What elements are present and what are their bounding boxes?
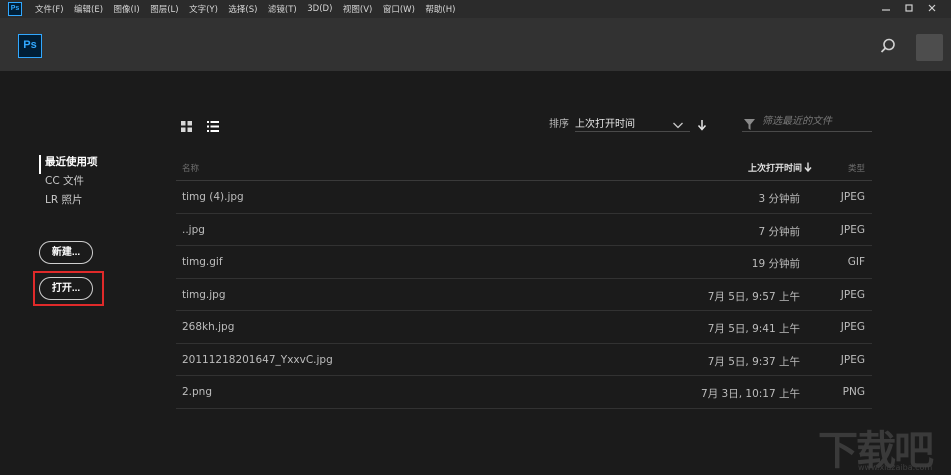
file-type: JPEG	[840, 288, 865, 301]
sidebar-nav: 最近使用项 CC 文件 LR 照片	[39, 155, 98, 212]
filter-icon	[744, 115, 755, 130]
file-name: timg (4).jpg	[182, 191, 244, 203]
filter-input[interactable]	[762, 112, 870, 130]
menu-select[interactable]: 选择(S)	[228, 3, 257, 15]
file-date: 19 分钟前	[751, 258, 800, 270]
menu-help[interactable]: 帮助(H)	[425, 3, 455, 15]
file-name: timg.jpg	[182, 288, 226, 301]
restore-icon[interactable]	[899, 0, 919, 18]
menu-layer[interactable]: 图层(L)	[150, 3, 178, 15]
photoshop-logo: Ps	[18, 34, 42, 58]
menu-image[interactable]: 图像(I)	[114, 3, 140, 15]
table-header: 名称 上次打开时间 类型	[176, 152, 872, 181]
file-date: 7月 5日, 9:37 上午	[707, 355, 800, 368]
minimize-icon[interactable]	[876, 0, 896, 18]
file-type: JPEG	[840, 191, 865, 203]
sort-label: 排序	[549, 119, 569, 130]
table-row[interactable]: 268kh.jpg 7月 5日, 9:41 上午 JPEG	[176, 311, 872, 344]
sort-arrow-icon	[804, 162, 812, 173]
avatar[interactable]	[916, 34, 943, 61]
file-type: JPEG	[840, 353, 865, 366]
sidebar-item-cc-files[interactable]: CC 文件	[39, 174, 98, 193]
table-row[interactable]: 2.png 7月 3日, 10:17 上午 PNG	[176, 376, 872, 409]
menu-edit[interactable]: 编辑(E)	[74, 3, 103, 15]
menu-3d[interactable]: 3D(D)	[307, 4, 332, 14]
menu-filter[interactable]: 滤镜(T)	[268, 3, 297, 15]
sort-value: 上次打开时间	[575, 119, 635, 130]
column-header-name[interactable]: 名称	[182, 162, 199, 174]
file-date: 7月 3日, 10:17 上午	[701, 388, 800, 400]
sidebar-item-lr-photos[interactable]: LR 照片	[39, 193, 98, 212]
table-row[interactable]: timg.jpg 7月 5日, 9:57 上午 JPEG	[176, 279, 872, 311]
menu-window[interactable]: 窗口(W)	[383, 3, 415, 15]
file-name: timg.gif	[182, 256, 223, 268]
column-header-date-label: 上次打开时间	[747, 164, 802, 174]
photoshop-app-icon[interactable]: Ps	[8, 2, 22, 16]
menu-file[interactable]: 文件(F)	[35, 3, 64, 15]
file-name: 268kh.jpg	[182, 321, 235, 333]
watermark-url: www.xiazaiba.com	[858, 463, 933, 472]
menu-bar: Ps 文件(F) 编辑(E) 图像(I) 图层(L) 文字(Y) 选择(S) 滤…	[0, 0, 951, 18]
watermark-logo: 下载吧 www.xiazaiba.com	[818, 418, 948, 474]
menu-items: 文件(F) 编辑(E) 图像(I) 图层(L) 文字(Y) 选择(S) 滤镜(T…	[35, 0, 466, 18]
grid-view-icon[interactable]	[181, 117, 192, 132]
file-name: ..jpg	[182, 223, 205, 236]
table-row[interactable]: timg.gif 19 分钟前 GIF	[176, 246, 872, 279]
file-type: JPEG	[840, 321, 865, 333]
file-date: 7 分钟前	[758, 225, 800, 238]
file-name: 2.png	[182, 386, 213, 398]
column-header-date[interactable]: 上次打开时间	[748, 161, 812, 174]
file-date: 3 分钟前	[758, 193, 800, 205]
sidebar-item-recent[interactable]: 最近使用项	[39, 155, 98, 174]
file-date: 7月 5日, 9:41 上午	[707, 323, 800, 335]
list-view-icon[interactable]	[207, 117, 219, 132]
sort-dropdown[interactable]: 上次打开时间	[575, 112, 690, 132]
file-type: GIF	[847, 256, 865, 268]
recent-files-table: 名称 上次打开时间 类型 timg (4).jpg 3 分钟前 JPEG ..j…	[176, 152, 872, 409]
file-type: JPEG	[840, 223, 865, 236]
menu-type[interactable]: 文字(Y)	[189, 3, 218, 15]
column-header-type[interactable]: 类型	[848, 162, 865, 174]
table-row[interactable]: timg (4).jpg 3 分钟前 JPEG	[176, 181, 872, 214]
file-date: 7月 5日, 9:57 上午	[707, 290, 800, 303]
chevron-down-icon	[672, 115, 684, 129]
search-icon[interactable]	[879, 37, 897, 55]
menu-view[interactable]: 视图(V)	[343, 3, 372, 15]
new-button[interactable]: 新建...	[39, 241, 93, 264]
open-button[interactable]: 打开...	[39, 277, 93, 300]
table-row[interactable]: 20111218201647_YxxvC.jpg 7月 5日, 9:37 上午 …	[176, 344, 872, 376]
table-row[interactable]: ..jpg 7 分钟前 JPEG	[176, 214, 872, 246]
sort-direction-icon[interactable]	[697, 116, 707, 131]
file-name: 20111218201647_YxxvC.jpg	[182, 353, 333, 366]
file-type: PNG	[842, 386, 865, 398]
filter-field	[742, 112, 872, 132]
home-header: Ps	[0, 18, 951, 71]
close-icon[interactable]	[922, 0, 942, 18]
